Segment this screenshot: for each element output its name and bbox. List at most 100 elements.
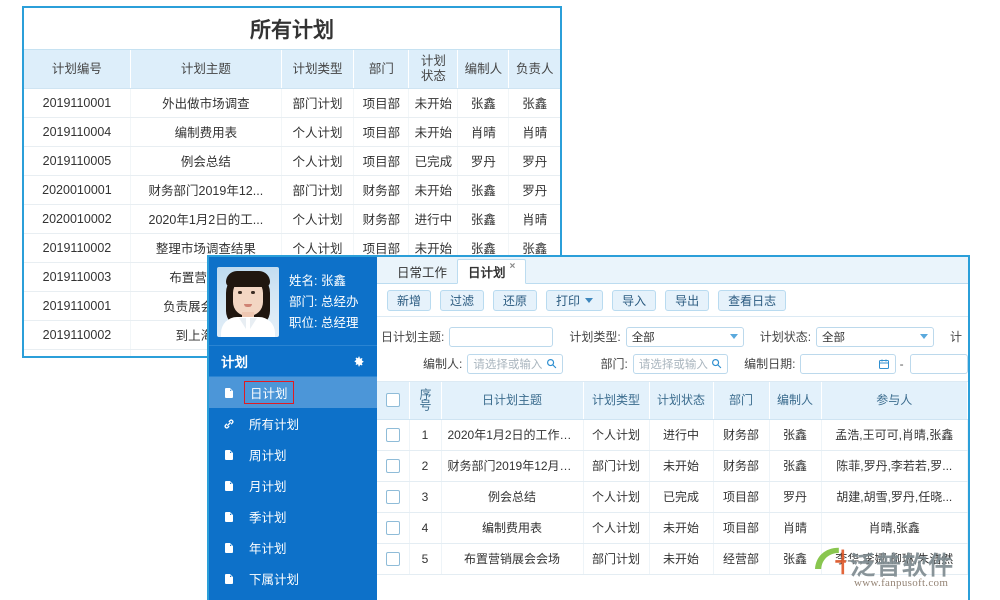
screen-root: 所有计划 计划编号 计划主题 计划类型 部门 计划状态 编制人 负责人 2019… (0, 0, 1000, 600)
table-row[interactable]: 4编制费用表个人计划未开始项目部肖晴肖晴,张鑫 (377, 512, 968, 543)
row-select-cell[interactable] (377, 481, 409, 512)
sidebar-item-2[interactable]: 所有计划 (209, 408, 377, 439)
tab-daily-work[interactable]: 日常工作 (387, 260, 457, 283)
checkbox-icon[interactable] (386, 428, 400, 442)
table-cell: 项目部 (354, 88, 409, 117)
row-participants: 孟浩,王可可,肖晴,张鑫 (821, 419, 968, 450)
row-subject[interactable]: 2020年1月2日的工作日... (441, 419, 583, 450)
date-range-separator: - (900, 357, 904, 371)
sidebar-section-header: 计划 (209, 345, 377, 377)
checkbox-icon[interactable] (386, 459, 400, 473)
row-status: 未开始 (649, 450, 713, 481)
row-dept: 项目部 (713, 512, 769, 543)
table-cell: 个人计划 (281, 146, 353, 175)
row-select-cell[interactable] (377, 419, 409, 450)
status-filter-select[interactable]: 全部 (816, 327, 934, 347)
print-button-label: 打印 (556, 292, 580, 309)
type-filter-select[interactable]: 全部 (626, 327, 744, 347)
table-cell: 罗丹 (509, 175, 560, 204)
table-row[interactable]: 2财务部门2019年12月的...部门计划未开始财务部张鑫陈菲,罗丹,李若若,罗… (377, 450, 968, 481)
row-type: 部门计划 (583, 450, 649, 481)
table-row[interactable]: 12020年1月2日的工作日...个人计划进行中财务部张鑫孟浩,王可可,肖晴,张… (377, 419, 968, 450)
filter-panel: 日计划主题: 计划类型: 全部 计划状态: 全部 计 编制人: (377, 317, 968, 382)
chevron-down-icon (920, 334, 928, 339)
export-button[interactable]: 导出 (665, 290, 709, 311)
date-from-input[interactable] (800, 354, 895, 374)
grid-col-participants: 参与人 (821, 382, 968, 419)
grid-col-select[interactable] (377, 382, 409, 419)
sidebar-item-4[interactable]: 月计划 (209, 470, 377, 501)
row-type: 个人计划 (583, 512, 649, 543)
checkbox-icon[interactable] (386, 490, 400, 504)
daily-plan-window: 姓名: 张鑫 部门: 总经办 职位: 总经理 计划 日计划所有计划周计划月计划季… (207, 255, 970, 600)
grid-header-row: 序号 日计划主题 计划类型 计划状态 部门 编制人 参与人 (377, 382, 968, 419)
dept-filter-placeholder: 请选择或输入 (639, 356, 708, 372)
table-cell: 部门计划 (281, 175, 353, 204)
date-to-input[interactable] (910, 354, 968, 374)
grid-col-subject: 日计划主题 (441, 382, 583, 419)
dept-filter-input[interactable]: 请选择或输入 (633, 354, 728, 374)
tab-daily-plan[interactable]: 日计划 × (457, 259, 526, 284)
row-subject[interactable]: 编制费用表 (441, 512, 583, 543)
table-row[interactable]: 20200100022020年1月2日的工...个人计划财务部进行中张鑫肖晴 (24, 204, 560, 233)
row-select-cell[interactable] (377, 543, 409, 574)
filter-button[interactable]: 过滤 (440, 290, 484, 311)
restore-button[interactable]: 还原 (493, 290, 537, 311)
table-cell: 张鑫 (458, 175, 509, 204)
author-filter-input[interactable]: 请选择或输入 (467, 354, 562, 374)
table-cell: 罗丹 (458, 146, 509, 175)
row-select-cell[interactable] (377, 450, 409, 481)
row-status: 已完成 (649, 481, 713, 512)
row-index: 4 (409, 512, 441, 543)
checkbox-icon[interactable] (386, 552, 400, 566)
link-icon (223, 417, 235, 431)
add-button[interactable]: 新增 (387, 290, 431, 311)
row-subject[interactable]: 布置营销展会会场 (441, 543, 583, 574)
row-select-cell[interactable] (377, 512, 409, 543)
table-cell: 2019110002 (24, 320, 130, 349)
daily-plan-grid: 序号 日计划主题 计划类型 计划状态 部门 编制人 参与人 12020年1月2日… (377, 382, 968, 575)
row-subject[interactable]: 财务部门2019年12月的... (441, 450, 583, 481)
import-button[interactable]: 导入 (612, 290, 656, 311)
subject-filter-label: 日计划主题: (381, 328, 444, 345)
row-dept: 经营部 (713, 543, 769, 574)
col-dept: 部门 (354, 50, 409, 88)
sidebar-item-7[interactable]: 下属计划 (209, 563, 377, 594)
sidebar-item-1[interactable]: 日计划 (209, 377, 377, 408)
col-plan-type: 计划类型 (281, 50, 353, 88)
calendar-icon (878, 358, 890, 370)
data-grid-wrapper: 序号 日计划主题 计划类型 计划状态 部门 编制人 参与人 12020年1月2日… (377, 382, 968, 600)
file-icon (223, 448, 235, 462)
sidebar-item-3[interactable]: 周计划 (209, 439, 377, 470)
subject-filter-input[interactable] (449, 327, 553, 347)
table-row[interactable]: 3例会总结个人计划已完成项目部罗丹胡建,胡雪,罗丹,任晓... (377, 481, 968, 512)
view-log-button[interactable]: 查看日志 (718, 290, 786, 311)
table-row[interactable]: 2020010001财务部门2019年12...部门计划财务部未开始张鑫罗丹 (24, 175, 560, 204)
row-dept: 财务部 (713, 450, 769, 481)
row-index: 1 (409, 419, 441, 450)
checkbox-icon[interactable] (386, 393, 400, 407)
user-profile: 姓名: 张鑫 部门: 总经办 职位: 总经理 (209, 257, 377, 345)
table-row[interactable]: 2019110004编制费用表个人计划项目部未开始肖晴肖晴 (24, 117, 560, 146)
close-icon[interactable]: × (510, 261, 516, 272)
table-cell: 未开始 (409, 88, 458, 117)
table-row[interactable]: 5布置营销展会会场部门计划未开始经营部张鑫李华,李娜,柳琳,朱浩然 (377, 543, 968, 574)
gear-icon[interactable] (352, 355, 365, 368)
row-author: 罗丹 (769, 481, 821, 512)
table-cell: 未开始 (409, 175, 458, 204)
table-row[interactable]: 2019110001外出做市场调查部门计划项目部未开始张鑫张鑫 (24, 88, 560, 117)
sidebar-item-5[interactable]: 季计划 (209, 501, 377, 532)
row-participants: 李华,李娜,柳琳,朱浩然 (821, 543, 968, 574)
row-participants: 肖晴,张鑫 (821, 512, 968, 543)
file-icon (223, 386, 235, 400)
table-cell: 罗丹 (509, 146, 560, 175)
row-subject[interactable]: 例会总结 (441, 481, 583, 512)
sidebar-menu: 日计划所有计划周计划月计划季计划年计划下属计划 (209, 377, 377, 600)
table-row[interactable]: 2019110005例会总结个人计划项目部已完成罗丹罗丹 (24, 146, 560, 175)
checkbox-icon[interactable] (386, 521, 400, 535)
print-button[interactable]: 打印 (546, 290, 603, 311)
sidebar-item-label: 年计划 (244, 537, 292, 558)
col-plan-status: 计划状态 (409, 50, 458, 88)
sidebar-item-6[interactable]: 年计划 (209, 532, 377, 563)
table-cell: 进行中 (409, 204, 458, 233)
